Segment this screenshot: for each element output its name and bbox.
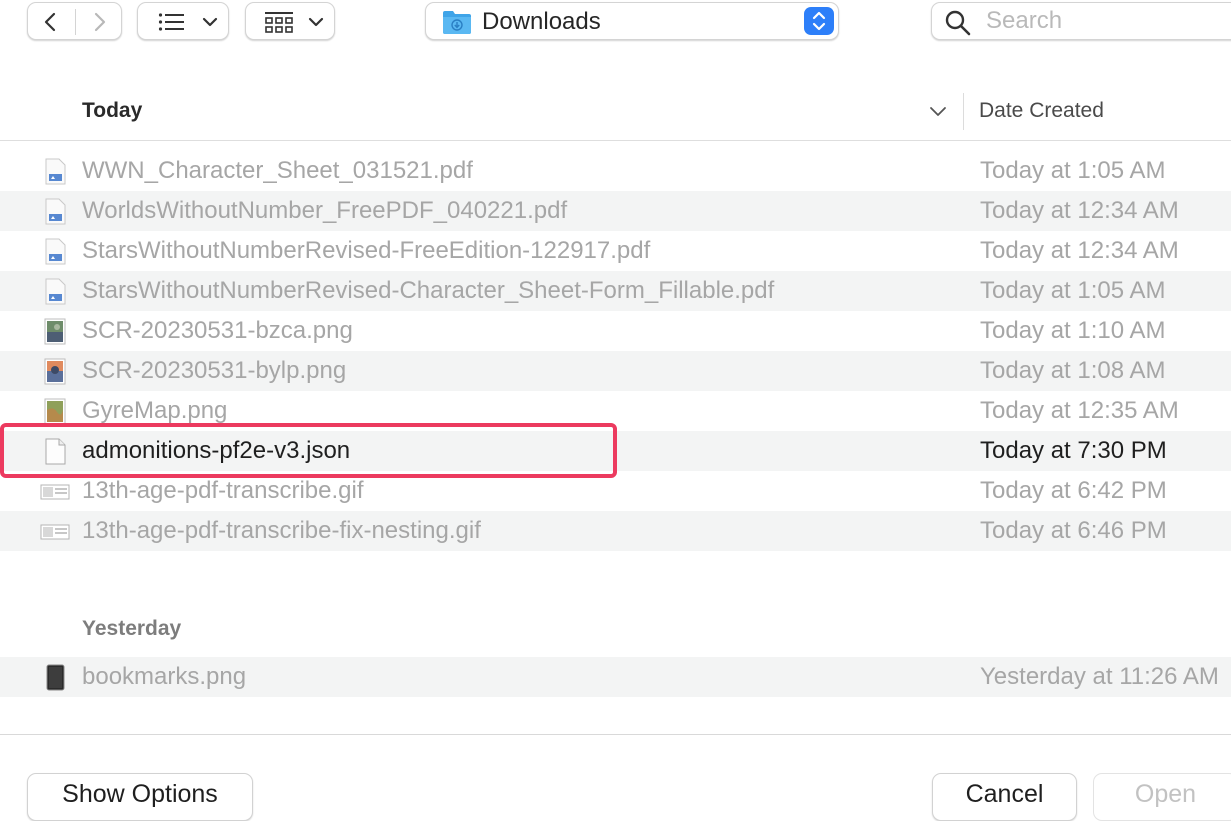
open-button[interactable]: Open — [1093, 773, 1231, 821]
cancel-button[interactable]: Cancel — [932, 773, 1077, 821]
file-row[interactable]: StarsWithoutNumberRevised-FreeEdition-12… — [0, 231, 1231, 271]
gif-icon — [40, 478, 70, 505]
location-popup[interactable]: Downloads — [425, 2, 839, 40]
downloads-folder-icon — [442, 9, 472, 35]
pdf-icon — [43, 278, 67, 305]
gif-icon — [40, 518, 70, 545]
file-name: 13th-age-pdf-transcribe-fix-nesting.gif — [82, 517, 481, 544]
date-column-header[interactable]: Date Created — [979, 99, 1104, 123]
file-row[interactable]: WorldsWithoutNumber_FreePDF_040221.pdf T… — [0, 191, 1231, 231]
grid-icon — [264, 11, 294, 40]
phone-screenshot-icon — [43, 664, 67, 691]
up-down-stepper-icon — [804, 7, 834, 35]
chevron-left-icon[interactable] — [40, 11, 62, 38]
file-date: Today at 12:35 AM — [980, 397, 1179, 424]
file-name: SCR-20230531-bylp.png — [82, 357, 347, 384]
chevron-down-icon — [202, 15, 218, 33]
file-name: 13th-age-pdf-transcribe.gif — [82, 477, 364, 504]
nav-button-group — [27, 2, 122, 40]
search-icon — [944, 9, 972, 42]
file-name: SCR-20230531-bzca.png — [82, 317, 353, 344]
file-row[interactable]: StarsWithoutNumberRevised-Character_Shee… — [0, 271, 1231, 311]
chevron-down-icon[interactable] — [929, 104, 947, 122]
file-date: Today at 1:08 AM — [980, 357, 1166, 384]
selection-highlight-box — [0, 423, 617, 478]
file-row[interactable]: bookmarks.png Yesterday at 11:26 AM — [0, 657, 1231, 697]
bottom-divider — [0, 734, 1231, 735]
file-row[interactable]: 13th-age-pdf-transcribe-fix-nesting.gif … — [0, 511, 1231, 551]
group-by-button[interactable] — [245, 2, 335, 40]
file-date: Today at 12:34 AM — [980, 237, 1179, 264]
file-date: Today at 6:46 PM — [980, 517, 1167, 544]
file-name: WorldsWithoutNumber_FreePDF_040221.pdf — [82, 197, 568, 224]
file-date: Today at 1:05 AM — [980, 277, 1166, 304]
map-image-icon — [43, 398, 67, 425]
pdf-icon — [43, 238, 67, 265]
show-options-button[interactable]: Show Options — [27, 773, 253, 821]
file-date: Today at 12:34 AM — [980, 197, 1179, 224]
chevron-right-icon[interactable] — [88, 11, 110, 38]
pdf-icon — [43, 158, 67, 185]
file-name: bookmarks.png — [82, 663, 247, 690]
location-label: Downloads — [482, 8, 601, 35]
file-name: StarsWithoutNumberRevised-Character_Shee… — [82, 277, 775, 304]
file-name: GyreMap.png — [82, 397, 228, 424]
file-date: Today at 1:05 AM — [980, 157, 1166, 184]
file-date: Today at 1:10 AM — [980, 317, 1166, 344]
file-date: Yesterday at 11:26 AM — [980, 663, 1219, 690]
column-divider — [963, 93, 964, 130]
group-header-yesterday: Yesterday — [82, 617, 182, 640]
image-icon — [43, 358, 67, 385]
file-date: Today at 6:42 PM — [980, 477, 1167, 504]
name-column-header[interactable]: Today — [82, 99, 142, 123]
file-row[interactable]: SCR-20230531-bylp.png Today at 1:08 AM — [0, 351, 1231, 391]
toolbar: Downloads — [0, 0, 1231, 85]
pdf-icon — [43, 198, 67, 225]
chevron-down-icon — [308, 15, 324, 33]
file-name: StarsWithoutNumberRevised-FreeEdition-12… — [82, 237, 651, 264]
list-icon — [158, 12, 186, 37]
nav-divider — [75, 9, 76, 35]
search-field[interactable] — [931, 2, 1231, 40]
file-row[interactable]: SCR-20230531-bzca.png Today at 1:10 AM — [0, 311, 1231, 351]
file-name: WWN_Character_Sheet_031521.pdf — [82, 157, 473, 184]
file-row[interactable]: WWN_Character_Sheet_031521.pdf Today at … — [0, 151, 1231, 191]
file-date: Today at 7:30 PM — [980, 437, 1167, 464]
view-mode-button[interactable] — [137, 2, 229, 40]
image-icon — [43, 318, 67, 345]
column-header: Today Date Created — [0, 84, 1231, 141]
search-input[interactable] — [986, 7, 1231, 35]
